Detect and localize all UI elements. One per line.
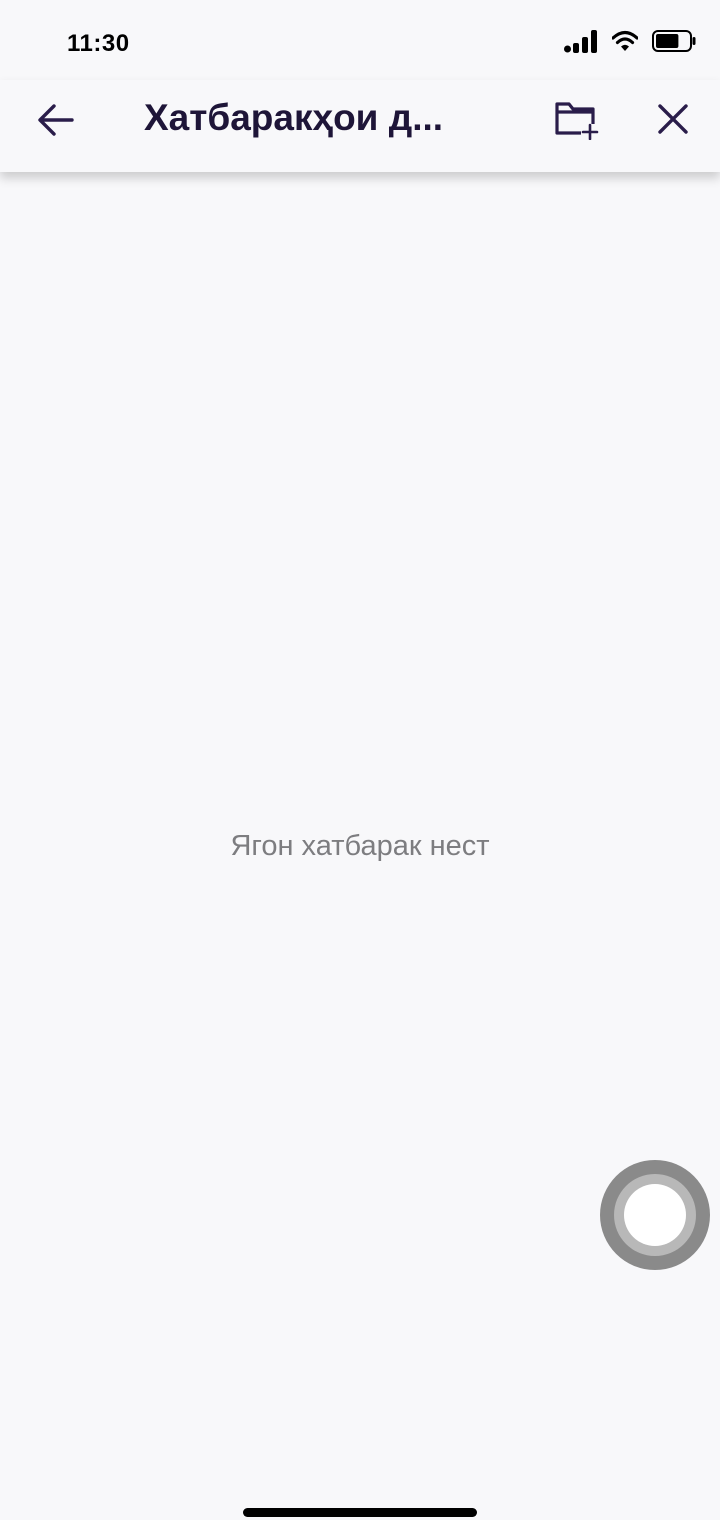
page-title: Хатбаракҳои д... bbox=[144, 97, 444, 138]
new-folder-button[interactable] bbox=[548, 92, 606, 150]
assistive-touch-button[interactable] bbox=[600, 1160, 710, 1270]
assistive-touch-center bbox=[624, 1184, 686, 1246]
wifi-icon bbox=[611, 30, 639, 57]
app-header: Хатбаракҳои д... bbox=[0, 80, 720, 172]
cellular-signal-icon bbox=[564, 29, 598, 58]
status-icons bbox=[564, 28, 696, 58]
assistive-touch-ring bbox=[614, 1174, 696, 1256]
bookmarks-screen: 11:30 Хатбаракҳои д... Ягон хатбарак нес… bbox=[0, 0, 720, 1520]
home-indicator[interactable] bbox=[243, 1508, 477, 1517]
status-bar: 11:30 bbox=[0, 0, 720, 80]
status-time: 11:30 bbox=[67, 30, 130, 57]
arrow-left-icon bbox=[36, 103, 76, 142]
back-button[interactable] bbox=[28, 94, 84, 150]
close-icon bbox=[656, 102, 690, 141]
close-button[interactable] bbox=[644, 92, 702, 150]
empty-bookmarks-message: Ягон хатбарак нест bbox=[230, 830, 490, 862]
battery-icon bbox=[652, 29, 696, 57]
folder-plus-icon bbox=[554, 98, 600, 145]
